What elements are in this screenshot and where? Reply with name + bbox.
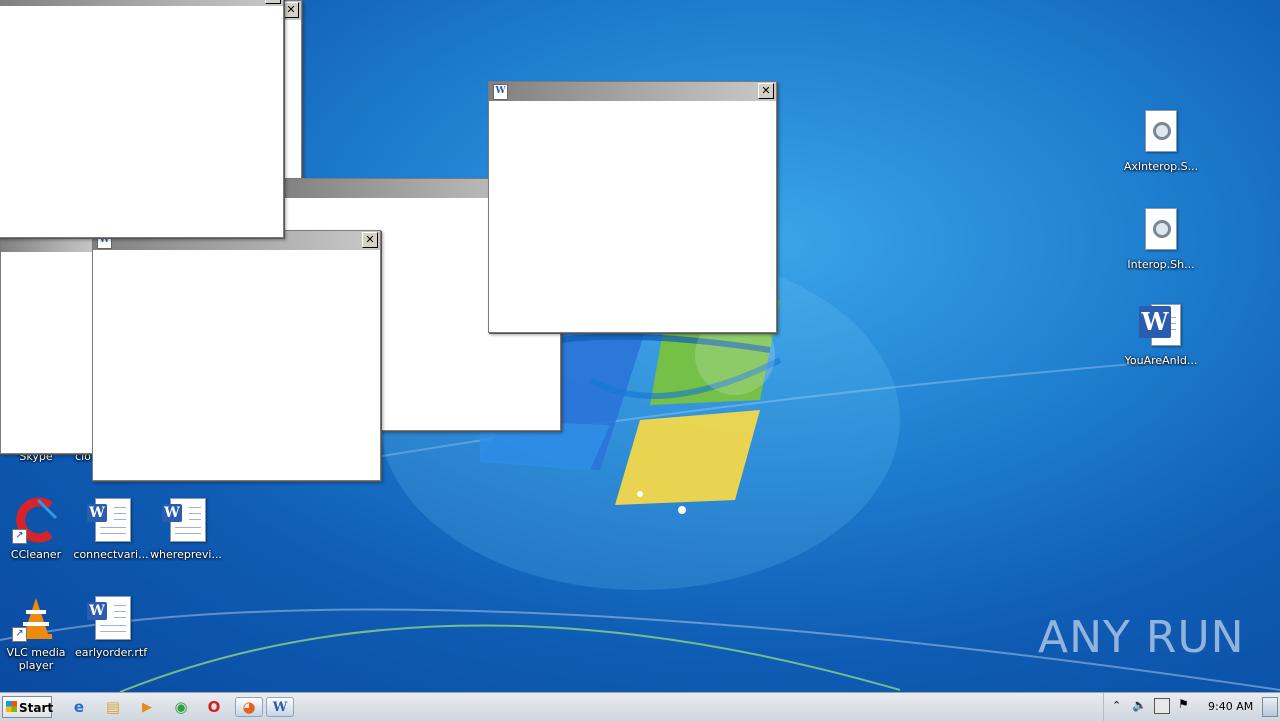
taskbar: Start e ▤ ▶ ◉ O ◕ W ⌃ 🔈 ⚑ 9:40 AM <box>0 692 1280 721</box>
desktop-icon-label: Interop.Sh... <box>1127 258 1195 271</box>
desktop-icon-label: CCleaner <box>10 548 62 561</box>
desktop-icon-ccleaner[interactable]: ↗ CCleaner <box>0 496 74 561</box>
start-button[interactable]: Start <box>2 696 54 718</box>
media-glyph: ▶ <box>142 699 152 715</box>
popup-window-6[interactable]: W ✕ <box>488 81 777 333</box>
close-button[interactable]: ✕ <box>283 2 299 18</box>
chrome-glyph: ◉ <box>174 698 188 716</box>
config-file-icon <box>1137 206 1185 254</box>
word-document-icon: W <box>87 496 135 544</box>
desktop-icon-label: VLC media player <box>6 646 66 672</box>
vlc-cone-icon: ↗ <box>12 594 60 642</box>
word-glyph: W <box>272 699 288 715</box>
desktop-icon-earlyorder[interactable]: W earlyorder.rtf <box>73 594 149 659</box>
word-window-icon: W <box>493 84 508 100</box>
popup-window-1[interactable]: ✕ <box>0 0 284 238</box>
shortcut-arrow-icon: ↗ <box>12 529 27 544</box>
firefox-icon[interactable]: ◕ <box>235 697 263 717</box>
word-document-icon: W <box>87 594 135 642</box>
folder-glyph: ▤ <box>105 698 121 716</box>
clock[interactable]: 9:40 AM <box>1208 700 1253 713</box>
firefox-glyph: ◕ <box>242 698 256 716</box>
system-tray: ⌃ 🔈 ⚑ 9:40 AM <box>1103 693 1280 721</box>
anyrun-watermark: ANY RUN <box>1038 612 1245 663</box>
start-label: Start <box>19 701 54 715</box>
popup-window-4[interactable] <box>0 232 98 454</box>
desktop-icon-label: AxInterop.S... <box>1123 160 1199 173</box>
shortcut-arrow-icon: ↗ <box>12 627 27 642</box>
word-app-icon: W <box>1137 302 1185 350</box>
close-button[interactable]: ✕ <box>265 0 281 4</box>
internet-explorer-icon[interactable]: e <box>68 697 90 717</box>
popup-window-5[interactable]: W ✕ <box>92 230 381 481</box>
show-desktop-button[interactable] <box>1262 697 1278 717</box>
ie-glyph: e <box>73 698 85 716</box>
desktop-icon-label: whereprevi... <box>150 548 222 561</box>
config-file-icon <box>1137 108 1185 156</box>
desktop-icon-label: earlyorder.rtf <box>74 646 148 659</box>
chrome-icon[interactable]: ◉ <box>170 697 192 717</box>
desktop-icon-connectvari[interactable]: W connectvari... <box>73 496 149 561</box>
close-button[interactable]: ✕ <box>758 83 774 99</box>
opera-glyph: O <box>207 698 221 716</box>
desktop: Skype clo ↗ CCleaner W connectvari... W … <box>0 0 1280 692</box>
desktop-icon-whereprevi[interactable]: W whereprevi... <box>148 496 224 561</box>
media-player-icon[interactable]: ▶ <box>136 697 158 717</box>
windows-logo-icon <box>6 701 17 712</box>
explorer-folder-icon[interactable]: ▤ <box>102 697 124 717</box>
window-title-bar[interactable]: W ✕ <box>489 82 776 101</box>
word-document-icon: W <box>162 496 210 544</box>
network-icon[interactable] <box>1154 698 1170 714</box>
desktop-icon-vlc[interactable]: ↗ VLC media player <box>0 594 74 672</box>
window-title-bar[interactable]: ✕ <box>0 0 283 6</box>
desktop-icon-axinterop[interactable]: AxInterop.S... <box>1123 108 1199 173</box>
word-taskbar-icon[interactable]: W <box>266 697 294 717</box>
desktop-icon-label: YouAreAnId... <box>1124 354 1198 367</box>
ccleaner-icon: ↗ <box>12 496 60 544</box>
desktop-icon-youareanid[interactable]: W YouAreAnId... <box>1123 302 1199 367</box>
desktop-icon-label: connectvari... <box>73 548 149 561</box>
desktop-icon-interop[interactable]: Interop.Sh... <box>1123 206 1199 271</box>
action-center-flag-icon[interactable]: ⚑ <box>1178 697 1189 711</box>
close-button[interactable]: ✕ <box>362 232 378 248</box>
volume-icon[interactable]: 🔈 <box>1132 698 1147 712</box>
opera-icon[interactable]: O <box>203 697 225 717</box>
show-hidden-icons-icon[interactable]: ⌃ <box>1112 699 1121 712</box>
